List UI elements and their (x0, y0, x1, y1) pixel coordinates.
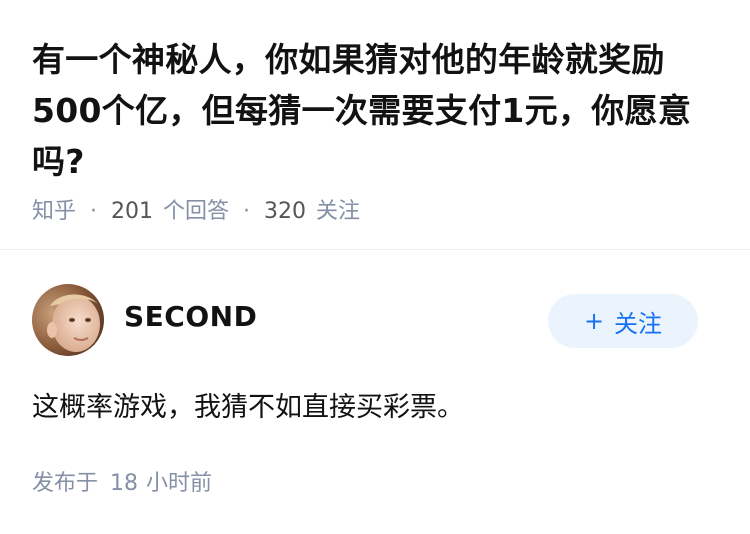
meta-separator: · (90, 199, 98, 224)
answer-count: 201 (111, 199, 154, 224)
published-unit: 小时前 (146, 471, 213, 496)
follow-button[interactable]: + 关注 (548, 294, 698, 348)
published-value: 18 (110, 471, 139, 496)
follower-count-label[interactable]: 关注 (316, 196, 360, 228)
child-portrait-avatar-icon (32, 284, 104, 356)
source-label[interactable]: 知乎 (32, 196, 76, 228)
answer-count-label[interactable]: 个回答 (163, 196, 229, 228)
question-header: 有一个神秘人，你如果猜对他的年龄就奖励500个亿，但每猜一次需要支付1元，你愿意… (0, 0, 750, 250)
meta-separator: · (243, 199, 251, 224)
plus-icon: + (583, 307, 605, 335)
published-prefix: 发布于 (32, 471, 99, 496)
question-title[interactable]: 有一个神秘人，你如果猜对他的年龄就奖励500个亿，但每猜一次需要支付1元，你愿意… (32, 34, 722, 187)
answer-content[interactable]: 这概率游戏，我猜不如直接买彩票。 (32, 388, 464, 428)
avatar[interactable] (32, 284, 104, 356)
follow-button-label: 关注 (614, 309, 663, 338)
question-meta: 知乎 · 201 个回答 · 320 关注 (32, 196, 360, 228)
answer-card: SECOND + 关注 这概率游戏，我猜不如直接买彩票。 发布于 18 小时前 (0, 251, 750, 534)
follower-count: 320 (264, 199, 307, 224)
author-name[interactable]: SECOND (124, 299, 257, 335)
published-time: 发布于 18 小时前 (32, 468, 212, 500)
